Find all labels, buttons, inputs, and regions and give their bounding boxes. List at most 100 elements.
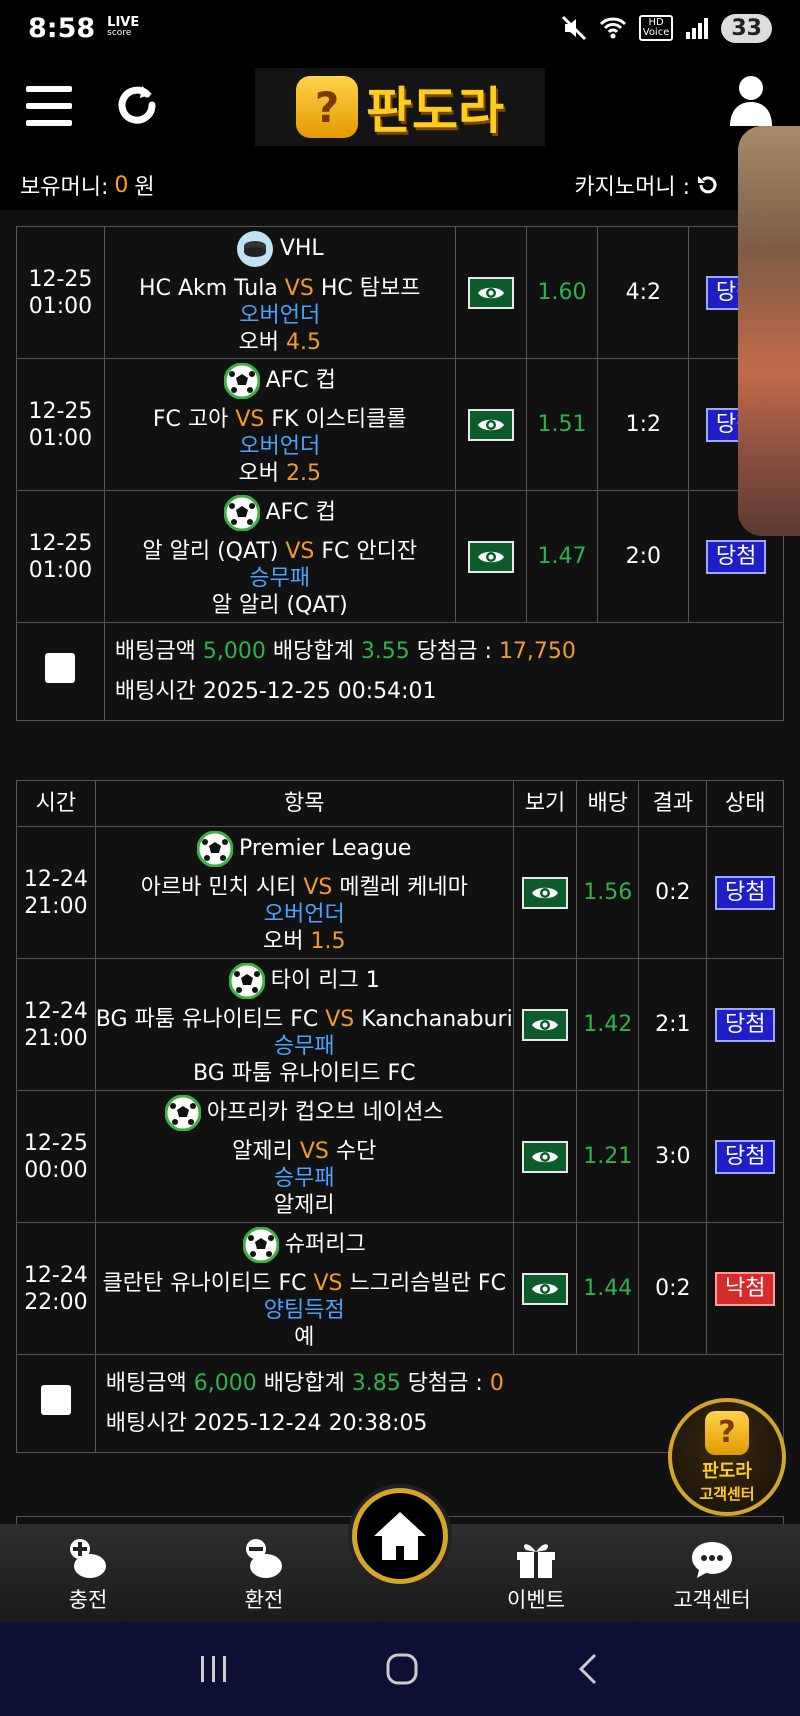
system-nav-bar xyxy=(0,1622,800,1716)
match-info: Premier League 아르바 민치 시티 VS 메켈레 케네마 오버언더… xyxy=(94,826,514,959)
league-name: VHL xyxy=(279,236,324,261)
refresh-icon[interactable] xyxy=(114,82,160,128)
select-checkbox[interactable] xyxy=(45,653,76,683)
home-button[interactable] xyxy=(352,1488,448,1584)
odds-value: 1.42 xyxy=(576,958,640,1091)
floating-video-overlay[interactable] xyxy=(738,126,800,536)
table-row: 12-24 22:00 슈퍼리그 클란탄 유나이티드 FC VS 느그리슴빌란 F… xyxy=(16,1222,784,1355)
score-value: 3:0 xyxy=(638,1090,708,1223)
casino-money-label: 카지노머니 : xyxy=(574,175,690,200)
nav-exchange[interactable]: 환전 xyxy=(176,1524,352,1622)
col-item: 항목 xyxy=(94,780,514,827)
match-datetime: 12-25 00:00 xyxy=(16,1090,96,1223)
score-value: 0:2 xyxy=(638,1222,708,1355)
market-name: 양팀득점 xyxy=(263,1297,345,1323)
home-system-icon[interactable] xyxy=(385,1652,419,1686)
user-icon[interactable] xyxy=(728,74,774,126)
view-eye-icon[interactable] xyxy=(521,1008,568,1041)
home-icon xyxy=(374,1512,426,1560)
clock: 8:58 xyxy=(28,12,96,44)
signal-icon xyxy=(686,18,709,39)
match-info: 아프리카 컵오브 네이션스 알제리 VS 수단 승무패 알제리 xyxy=(94,1090,514,1223)
market-name: 오버언더 xyxy=(263,901,345,927)
match-datetime: 12-25 01:00 xyxy=(16,358,105,491)
customer-center-float-button[interactable]: ? 판도라 고객센터 xyxy=(668,1398,786,1516)
score-value: 4:2 xyxy=(597,226,690,359)
view-eye-icon[interactable] xyxy=(521,1272,568,1305)
table-row: 12-25 00:00 아프리카 컵오브 네이션스 알제리 VS 수단 승무패 알… xyxy=(16,1090,784,1223)
balance-row: 보유머니: 0 원 카지노머니 : xyxy=(0,160,800,210)
league-name: 아프리카 컵오브 네이션스 xyxy=(206,1100,444,1125)
table-row: 12-25 01:00 AFC 컵 알 알리 (QAT) VS FC 안디잔 승무… xyxy=(16,490,784,623)
match-datetime: 12-24 21:00 xyxy=(16,826,96,959)
hockey-puck-icon xyxy=(236,230,273,267)
money-label: 보유머니: xyxy=(20,175,109,200)
casino-refresh-icon[interactable] xyxy=(696,173,720,197)
view-eye-icon[interactable] xyxy=(467,408,514,441)
status-bar: 8:58 LIVE score HD Voice 33 xyxy=(0,0,800,56)
odds-value: 1.21 xyxy=(576,1090,640,1223)
market-name: 오버언더 xyxy=(239,433,321,459)
hd-voice-icon: HD Voice xyxy=(638,15,674,41)
score-value: 1:2 xyxy=(597,358,690,491)
league-name: 슈퍼리그 xyxy=(284,1232,366,1257)
pandora-logo[interactable]: ? 판도라 xyxy=(255,68,545,146)
odds-value: 1.51 xyxy=(525,358,599,491)
app-header: ? 판도라 보유머니: 0 원 카지노머니 : xyxy=(0,56,800,210)
col-view: 보기 xyxy=(512,780,578,827)
table-header-row: 시간 항목 보기 배당 결과 상태 xyxy=(16,780,784,827)
match-datetime: 12-24 22:00 xyxy=(16,1222,96,1355)
bet-slip-2: 시간 항목 보기 배당 결과 상태 12-24 21:00 Premier Lea… xyxy=(16,780,785,1453)
odds-value: 1.60 xyxy=(525,226,599,359)
select-checkbox[interactable] xyxy=(40,1385,71,1415)
hamburger-menu-icon[interactable] xyxy=(26,86,72,126)
question-badge-icon: ? xyxy=(705,1410,749,1455)
bet-summary: 배팅금액 5,000 배당합계 3.55 당첨금 : 17,750 배팅시간 2… xyxy=(103,622,785,721)
soccer-ball-icon xyxy=(164,1094,201,1131)
soccer-ball-icon xyxy=(197,830,234,867)
league-name: AFC 컵 xyxy=(265,368,336,393)
league-name: AFC 컵 xyxy=(265,500,336,525)
col-status: 상태 xyxy=(706,780,784,827)
table-row: 12-25 01:00 AFC 컵 FC 고아 VS FK 이스티클롤 오버언더 … xyxy=(16,358,784,491)
match-info: 타이 리그 1 BG 파툼 유나이티드 FC VS Kanchanaburi 승… xyxy=(94,958,514,1091)
view-eye-icon[interactable] xyxy=(467,276,514,309)
bet-summary-row: 배팅금액 6,000 배당합계 3.85 당첨금 : 0 배팅시간 2025-1… xyxy=(16,1354,785,1453)
status-badge: 당첨 xyxy=(714,1139,776,1174)
livescore-icon: LIVE score xyxy=(107,15,140,38)
nav-charge[interactable]: 충전 xyxy=(0,1524,176,1622)
status-badge: 당첨 xyxy=(705,539,767,574)
gift-icon xyxy=(517,1544,555,1578)
table-row: 12-24 21:00 타이 리그 1 BG 파툼 유나이티드 FC VS Kan… xyxy=(16,958,784,1091)
money-unit: 원 xyxy=(134,175,155,200)
table-row: 12-24 21:00 Premier League 아르바 민치 시티 VS 메… xyxy=(16,826,784,959)
logo-text: 판도라 xyxy=(366,82,504,140)
match-info: AFC 컵 알 알리 (QAT) VS FC 안디잔 승무패 알 알리 (QAT… xyxy=(103,490,456,623)
recents-icon[interactable] xyxy=(197,1654,231,1684)
piggy-plus-icon xyxy=(70,1539,106,1578)
bottom-nav: 충전 환전 이벤트 고객센터 xyxy=(0,1488,800,1622)
mute-icon xyxy=(561,15,586,41)
match-info: VHL HC Akm Tula VS HC 탐보프 오버언더 오버 4.5 xyxy=(103,226,456,359)
match-info: AFC 컵 FC 고아 VS FK 이스티클롤 오버언더 오버 2.5 xyxy=(103,358,456,491)
nav-events[interactable]: 이벤트 xyxy=(448,1524,624,1622)
wifi-icon xyxy=(599,17,626,39)
nav-support[interactable]: 고객센터 xyxy=(624,1524,800,1622)
score-value: 2:0 xyxy=(597,490,690,623)
soccer-ball-icon xyxy=(242,1226,279,1263)
col-time: 시간 xyxy=(16,780,96,827)
market-name: 승무패 xyxy=(249,565,311,591)
view-eye-icon[interactable] xyxy=(521,876,568,909)
match-datetime: 12-25 01:00 xyxy=(16,226,105,359)
bet-summary-row: 배팅금액 5,000 배당합계 3.55 당첨금 : 17,750 배팅시간 2… xyxy=(16,622,785,721)
market-name: 오버언더 xyxy=(239,302,321,328)
view-eye-icon[interactable] xyxy=(467,540,514,573)
league-name: Premier League xyxy=(239,836,412,861)
back-icon[interactable] xyxy=(573,1652,603,1686)
soccer-ball-icon xyxy=(223,494,260,531)
piggy-minus-icon xyxy=(246,1539,282,1578)
bet-slip-1: 12-25 01:00 VHL HC Akm Tula VS HC 탐보프 오버언… xyxy=(16,226,785,721)
status-badge: 낙첨 xyxy=(714,1271,776,1306)
col-result: 결과 xyxy=(638,780,708,827)
view-eye-icon[interactable] xyxy=(521,1140,568,1173)
